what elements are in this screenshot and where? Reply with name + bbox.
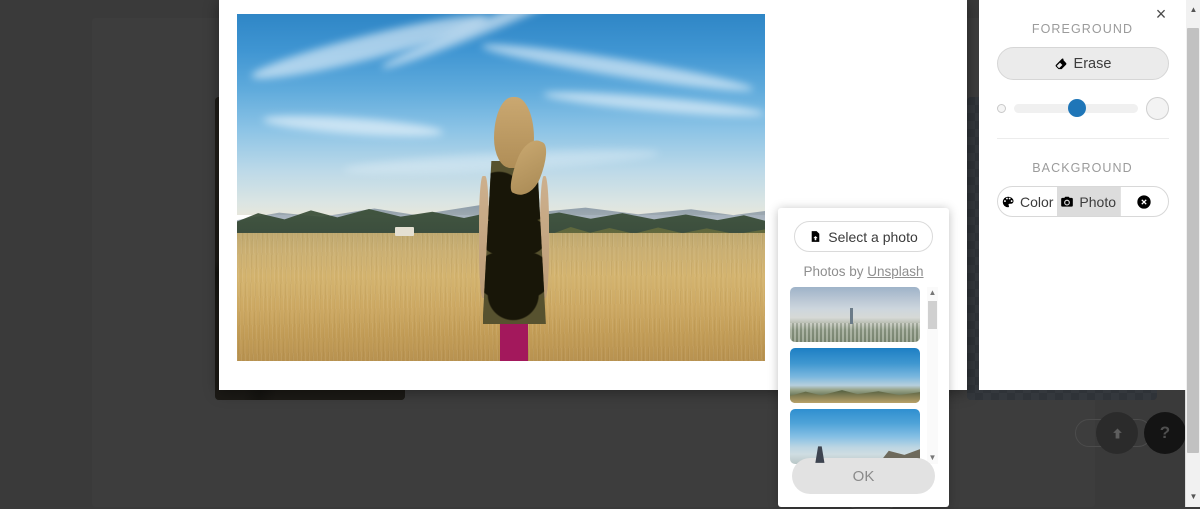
photo-thumbnail-city[interactable]: [790, 287, 920, 342]
clear-circle-icon: [1136, 194, 1152, 210]
background-mode-toggle: Color Photo: [997, 186, 1169, 217]
eraser-icon: [1054, 57, 1068, 71]
brush-size-slider[interactable]: [997, 94, 1169, 122]
tools-panel: × FOREGROUND Erase BACKGROUND Color: [979, 0, 1186, 390]
help-button[interactable]: ?: [1144, 412, 1186, 454]
mountain-plain-image: [790, 348, 920, 403]
slider-track[interactable]: [1014, 104, 1138, 113]
scrollbar-up-arrow-icon[interactable]: ▲: [1186, 2, 1200, 18]
editor-canvas[interactable]: [237, 14, 765, 361]
photo-list-scroll-up-icon[interactable]: ▲: [927, 287, 938, 299]
ok-button[interactable]: OK: [792, 458, 935, 494]
background-section-title: BACKGROUND: [979, 161, 1186, 175]
erase-button[interactable]: Erase: [997, 47, 1169, 80]
photo-list-scrollbar-thumb[interactable]: [928, 301, 937, 329]
background-clear-button[interactable]: [1120, 187, 1168, 216]
photo-thumbnail-coast[interactable]: [790, 409, 920, 464]
girl-subject: [483, 97, 546, 361]
close-icon[interactable]: ×: [1151, 5, 1171, 25]
scrollbar-down-arrow-icon[interactable]: ▼: [1186, 489, 1200, 505]
unsplash-link[interactable]: Unsplash: [867, 264, 923, 279]
photo-list-scrollbar[interactable]: ▲ ▼: [927, 287, 938, 464]
photo-picker-dropdown: Select a photo Photos by Unsplash ▲ ▼ OK: [778, 208, 949, 507]
photo-thumbnail-scroll-area[interactable]: ▲ ▼: [790, 287, 938, 464]
arrow-up-icon: [1110, 426, 1125, 441]
panel-divider: [997, 138, 1169, 139]
select-a-photo-label: Select a photo: [828, 229, 918, 245]
erase-button-label: Erase: [1074, 56, 1112, 72]
photo-thumbnail-list: [790, 287, 920, 464]
coastal-sky-image: [790, 409, 920, 464]
brush-size-min-indicator: [997, 104, 1006, 113]
background-tab-color-label: Color: [1020, 194, 1053, 210]
canvas-photo: [237, 14, 765, 361]
brush-size-max-indicator: [1146, 97, 1169, 120]
slider-thumb[interactable]: [1068, 99, 1086, 117]
scroll-to-top-button[interactable]: [1096, 412, 1138, 454]
city-skyline-image: [790, 287, 920, 342]
background-tab-photo[interactable]: Photo: [1057, 187, 1120, 216]
background-tab-photo-label: Photo: [1079, 194, 1116, 210]
background-tab-color[interactable]: Color: [998, 187, 1057, 216]
select-a-photo-button[interactable]: Select a photo: [794, 221, 933, 252]
scrollbar-thumb[interactable]: [1187, 28, 1199, 453]
legs: [500, 319, 528, 361]
photo-thumbnail-mountain[interactable]: [790, 348, 920, 403]
photo-credit: Photos by Unsplash: [778, 264, 949, 279]
browser-scrollbar[interactable]: ▲ ▼: [1185, 0, 1200, 507]
palette-icon: [1001, 195, 1015, 209]
camera-icon: [1060, 195, 1074, 209]
photo-credit-prefix: Photos by: [803, 264, 867, 279]
upload-file-icon: [809, 230, 822, 243]
farm-building: [395, 227, 413, 236]
question-mark-icon: ?: [1160, 423, 1170, 443]
